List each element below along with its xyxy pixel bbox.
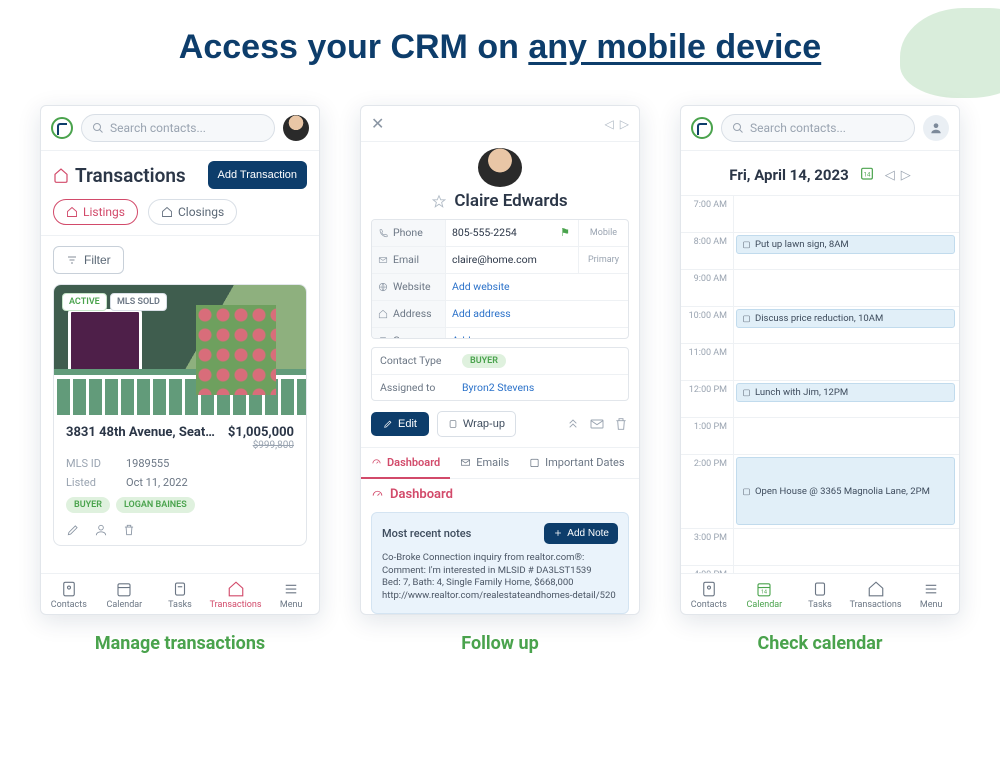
home-icon — [378, 309, 388, 319]
event-12pm[interactable]: Lunch with Jim, 12PM — [736, 383, 955, 402]
close-icon[interactable]: ✕ — [371, 114, 384, 133]
next-day-icon[interactable]: ▷ — [901, 168, 911, 183]
caption-3: Check calendar — [758, 633, 883, 654]
field-email[interactable]: Email claire@home.com Primary — [372, 247, 628, 274]
screen-transactions: Search contacts... Transactions Add Tran… — [40, 105, 320, 615]
prev-day-icon[interactable]: ◁ — [885, 168, 895, 183]
calendar-grid[interactable]: 7:00 AM 8:00 AM Put up lawn sign, 8AM 9:… — [681, 196, 959, 573]
calendar-date: Fri, April 14, 2023 — [729, 166, 848, 184]
mail-icon — [378, 255, 388, 265]
user-avatar[interactable] — [923, 115, 949, 141]
trash-icon[interactable] — [122, 523, 136, 537]
search-icon — [732, 122, 744, 134]
field-company[interactable]: Company Add company — [372, 328, 628, 339]
user-avatar[interactable] — [283, 115, 309, 141]
tab-closings[interactable]: Closings — [148, 199, 237, 225]
globe-icon — [378, 282, 388, 292]
action-icon-2[interactable] — [589, 416, 605, 432]
recent-notes-card: Most recent notes Add Note Co-Broke Conn… — [371, 512, 629, 614]
page-title: Transactions — [53, 164, 186, 187]
note-body: Co-Broke Connection inquiry from realtor… — [382, 552, 618, 603]
chip-buyer: BUYER — [66, 497, 110, 513]
home-icon — [53, 167, 69, 183]
nav-menu[interactable]: Menu — [903, 580, 959, 610]
nav-contacts[interactable]: Contacts — [41, 580, 97, 610]
event-8am[interactable]: Put up lawn sign, 8AM — [736, 235, 955, 254]
calendar-day-icon[interactable]: 14 — [859, 165, 875, 185]
prev-icon[interactable]: ◁ — [605, 117, 614, 131]
listing-address: 3831 48th Avenue, Seattl... — [66, 425, 216, 440]
add-transaction-button[interactable]: Add Transaction — [208, 161, 308, 189]
add-note-button[interactable]: Add Note — [544, 523, 618, 544]
field-contact-type[interactable]: Contact TypeBUYER — [372, 348, 628, 375]
headline: Access your CRM on any mobile device — [0, 28, 1000, 67]
search-icon — [92, 122, 104, 134]
app-logo-icon — [691, 117, 713, 139]
trash-icon[interactable] — [613, 416, 629, 432]
nav-tasks[interactable]: Tasks — [152, 580, 208, 610]
building-icon — [378, 336, 388, 339]
filter-icon — [66, 254, 78, 266]
listing-price: $1,005,000 — [228, 425, 294, 440]
listing-card[interactable]: ACTIVE MLS SOLD 3831 48th Avenue, Seattl… — [53, 284, 307, 546]
field-website[interactable]: Website Add website — [372, 274, 628, 301]
svg-text:14: 14 — [761, 590, 767, 596]
edit-button[interactable]: Edit — [371, 412, 429, 436]
nav-calendar[interactable]: 14Calendar — [737, 580, 793, 610]
contact-avatar — [478, 148, 522, 187]
nav-transactions[interactable]: Transactions — [848, 580, 904, 610]
tab-important-dates[interactable]: Important Dates — [519, 448, 634, 478]
caption-1: Manage transactions — [95, 633, 265, 654]
nav-contacts[interactable]: Contacts — [681, 580, 737, 610]
svg-text:14: 14 — [863, 171, 870, 178]
flag-icon: ⚑ — [560, 226, 570, 239]
tab-dashboard[interactable]: Dashboard — [361, 448, 450, 479]
screen-calendar: Search contacts... Fri, April 14, 2023 1… — [680, 105, 960, 615]
next-icon[interactable]: ▷ — [620, 117, 629, 131]
caption-2: Follow up — [461, 633, 538, 654]
nav-tasks[interactable]: Tasks — [792, 580, 848, 610]
nav-calendar[interactable]: Calendar — [97, 580, 153, 610]
field-address[interactable]: Address Add address — [372, 301, 628, 328]
chip-agent: LOGAN BAINES — [116, 497, 195, 513]
listing-price-old: $999,800 — [228, 440, 294, 451]
edit-icon[interactable] — [66, 523, 80, 537]
badge-active: ACTIVE — [62, 293, 107, 311]
field-phone[interactable]: Phone 805-555-2254⚑ Mobile — [372, 220, 628, 247]
star-icon[interactable] — [432, 194, 446, 208]
dashboard-heading: Dashboard — [361, 479, 639, 506]
tab-listings[interactable]: Listings — [53, 199, 138, 225]
search-input[interactable]: Search contacts... — [721, 114, 915, 142]
wrapup-button[interactable]: Wrap-up — [437, 411, 516, 437]
badge-mls-sold: MLS SOLD — [110, 293, 167, 311]
field-assigned-to[interactable]: Assigned toByron2 Stevens — [372, 375, 628, 400]
screen-contact: ✕ ◁ ▷ Claire Edwards Phone 805-555-2254⚑ … — [360, 105, 640, 615]
filter-button[interactable]: Filter — [53, 246, 124, 274]
listing-photo: ACTIVE MLS SOLD — [54, 285, 306, 415]
action-icon-1[interactable] — [565, 416, 581, 432]
nav-transactions[interactable]: Transactions — [208, 580, 264, 610]
nav-menu[interactable]: Menu — [263, 580, 319, 610]
event-2pm[interactable]: Open House @ 3365 Magnolia Lane, 2PM — [736, 457, 955, 525]
tab-emails[interactable]: Emails — [450, 448, 519, 478]
contact-name: Claire Edwards — [361, 191, 639, 211]
search-input[interactable]: Search contacts... — [81, 114, 275, 142]
app-logo-icon — [51, 117, 73, 139]
phone-icon — [378, 228, 388, 238]
event-10am[interactable]: Discuss price reduction, 10AM — [736, 309, 955, 328]
user-icon[interactable] — [94, 523, 108, 537]
